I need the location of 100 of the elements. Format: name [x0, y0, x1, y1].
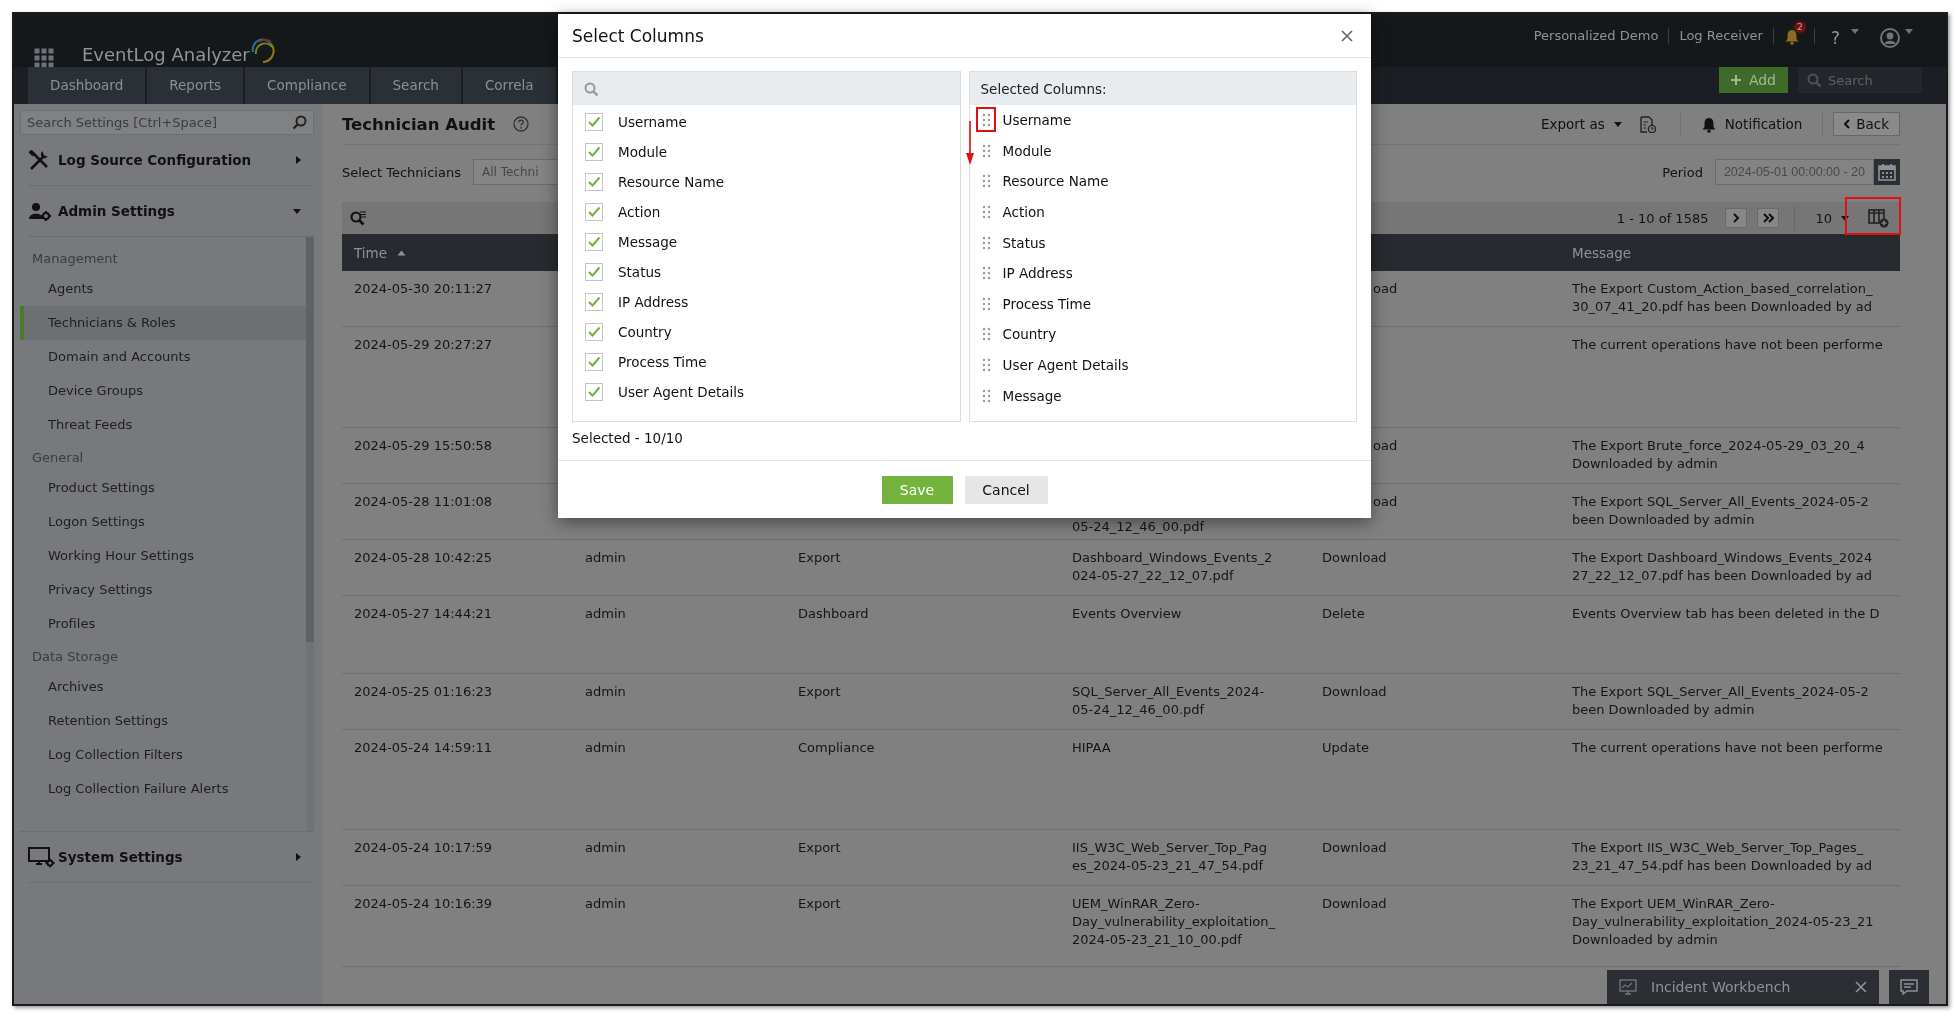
sidebar-item[interactable]: Technicians & Roles — [20, 306, 306, 340]
page-size-dropdown[interactable]: 10 — [1805, 210, 1860, 226]
user-icon[interactable] — [1880, 28, 1900, 48]
checkbox[interactable] — [585, 173, 603, 191]
drag-handle-icon[interactable] — [981, 143, 991, 158]
sidebar-item[interactable]: Retention Settings — [20, 704, 306, 738]
column-option[interactable]: Country — [573, 317, 960, 347]
checkbox[interactable] — [585, 353, 603, 371]
nav-tab[interactable]: Reports — [147, 67, 244, 104]
checkbox[interactable] — [585, 323, 603, 341]
help-icon[interactable] — [513, 116, 530, 132]
sidebar-item[interactable]: Product Settings — [20, 471, 306, 505]
search-icon — [1807, 73, 1821, 87]
save-button[interactable]: Save — [881, 475, 953, 504]
sidebar-item[interactable]: Log Collection Filters — [20, 738, 306, 772]
sidebar-item[interactable]: Device Groups — [20, 374, 306, 408]
selected-column[interactable]: Status — [1002, 234, 1046, 251]
drag-handle-icon[interactable] — [981, 358, 991, 373]
table-cell-text: The current operations have not been performe — [1571, 336, 1884, 354]
app-grid-icon[interactable] — [34, 48, 54, 68]
sidebar-item[interactable]: Privacy Settings — [20, 573, 306, 607]
sidebar-item[interactable]: Domain and Accounts — [20, 340, 306, 374]
checkbox[interactable] — [585, 113, 603, 131]
drag-handle-icon[interactable] — [981, 113, 991, 128]
page-title: Technician Audit — [342, 114, 496, 134]
column-option[interactable]: Username — [573, 107, 960, 137]
sidebar-group[interactable]: Log Source Configuration — [28, 135, 314, 186]
header-link[interactable]: Log Receiver — [1669, 28, 1774, 44]
selected-column[interactable]: Resource Name — [1002, 173, 1109, 190]
selected-column[interactable]: IP Address — [1002, 265, 1073, 282]
selected-column[interactable]: Username — [1002, 112, 1072, 129]
close-icon[interactable] — [1341, 29, 1353, 42]
column-option[interactable]: User Agent Details — [573, 377, 960, 407]
sidebar-item[interactable]: Archives — [20, 670, 306, 704]
drag-handle-icon[interactable] — [981, 388, 991, 403]
drag-handle-icon[interactable] — [981, 266, 991, 281]
sidebar-item[interactable]: Threat Feeds — [20, 408, 306, 442]
column-option[interactable]: Process Time — [573, 347, 960, 377]
selected-column[interactable]: Action — [1002, 204, 1045, 221]
back-button[interactable]: Back — [1833, 112, 1900, 136]
panel-title: Selected Columns: — [969, 72, 1356, 105]
drag-handle-icon[interactable] — [981, 235, 991, 250]
checkbox[interactable] — [585, 293, 603, 311]
chat-button[interactable] — [1889, 970, 1929, 1004]
scrollbar[interactable] — [306, 237, 314, 831]
checkbox[interactable] — [585, 263, 603, 281]
column-header[interactable]: Message — [1560, 244, 1897, 261]
checkbox[interactable] — [585, 203, 603, 221]
drag-handle-icon[interactable] — [981, 174, 991, 189]
column-option[interactable]: Message — [573, 227, 960, 257]
page-range: 1 - 10 of 1585 — [1616, 210, 1709, 226]
help-link[interactable]: ? — [1814, 28, 1846, 48]
sidebar-item[interactable]: Log Collection Failure Alerts — [20, 772, 306, 806]
swirl-logo-icon — [250, 37, 275, 64]
calendar-button[interactable] — [1874, 159, 1900, 185]
column-option[interactable]: Status — [573, 257, 960, 287]
drag-handle-icon[interactable] — [981, 205, 991, 220]
caret-icon[interactable] — [1850, 28, 1860, 35]
checkbox[interactable] — [585, 233, 603, 251]
column-option[interactable]: IP Address — [573, 287, 960, 317]
notification-button[interactable]: Notification — [1690, 115, 1813, 133]
checkbox[interactable] — [585, 143, 603, 161]
last-page-button[interactable] — [1757, 208, 1780, 228]
nav-tab[interactable]: Search — [370, 67, 461, 104]
caret-icon[interactable] — [1904, 28, 1914, 35]
cancel-button[interactable]: Cancel — [964, 475, 1048, 504]
next-page-button[interactable] — [1725, 208, 1748, 228]
sidebar-item[interactable]: Agents — [20, 272, 306, 306]
table-cell-text: Delete — [1321, 605, 1366, 623]
nav-tab[interactable]: Correla — [462, 67, 556, 104]
search-field[interactable]: Search Settings [Ctrl+Space] — [20, 110, 314, 135]
close-icon[interactable] — [1855, 981, 1867, 993]
column-option[interactable]: Action — [573, 197, 960, 227]
sidebar-group[interactable]: System Settings — [28, 832, 314, 883]
add-button[interactable]: Add — [1718, 67, 1788, 93]
sidebar-item[interactable]: Profiles — [20, 607, 306, 641]
drag-handle-icon[interactable] — [981, 296, 991, 311]
header-link[interactable]: Personalized Demo — [1523, 28, 1670, 44]
sidebar-item[interactable]: Working Hour Settings — [20, 539, 306, 573]
column-search-field[interactable] — [573, 72, 960, 105]
nav-tab[interactable]: Compliance — [245, 67, 369, 104]
incident-workbench-bar[interactable]: Incident Workbench — [1607, 970, 1879, 1004]
nav-tab[interactable]: Dashboard — [28, 67, 146, 104]
sidebar-group[interactable]: Admin Settings — [28, 186, 314, 237]
export-button[interactable]: Export as — [1530, 116, 1633, 132]
date-range-field[interactable]: 2024-05-01 00:00:00 - 20 — [1714, 159, 1874, 185]
scrollbar-thumb[interactable] — [306, 237, 314, 642]
selected-column[interactable]: Country — [1002, 326, 1057, 343]
checkbox[interactable] — [585, 383, 603, 401]
column-header[interactable]: Time — [342, 244, 573, 261]
selected-column[interactable]: Message — [1002, 387, 1062, 404]
export-schedule-icon[interactable] — [1638, 115, 1656, 133]
selected-column[interactable]: Process Time — [1002, 295, 1092, 312]
filter-search-icon[interactable] — [350, 210, 367, 226]
annotation-arrow — [965, 121, 975, 165]
search-field[interactable]: Search — [1798, 67, 1922, 93]
drag-handle-icon[interactable] — [981, 327, 991, 342]
selected-column[interactable]: User Agent Details — [1002, 357, 1129, 374]
selected-column[interactable]: Module — [1002, 142, 1052, 159]
sidebar-item[interactable]: Logon Settings — [20, 505, 306, 539]
